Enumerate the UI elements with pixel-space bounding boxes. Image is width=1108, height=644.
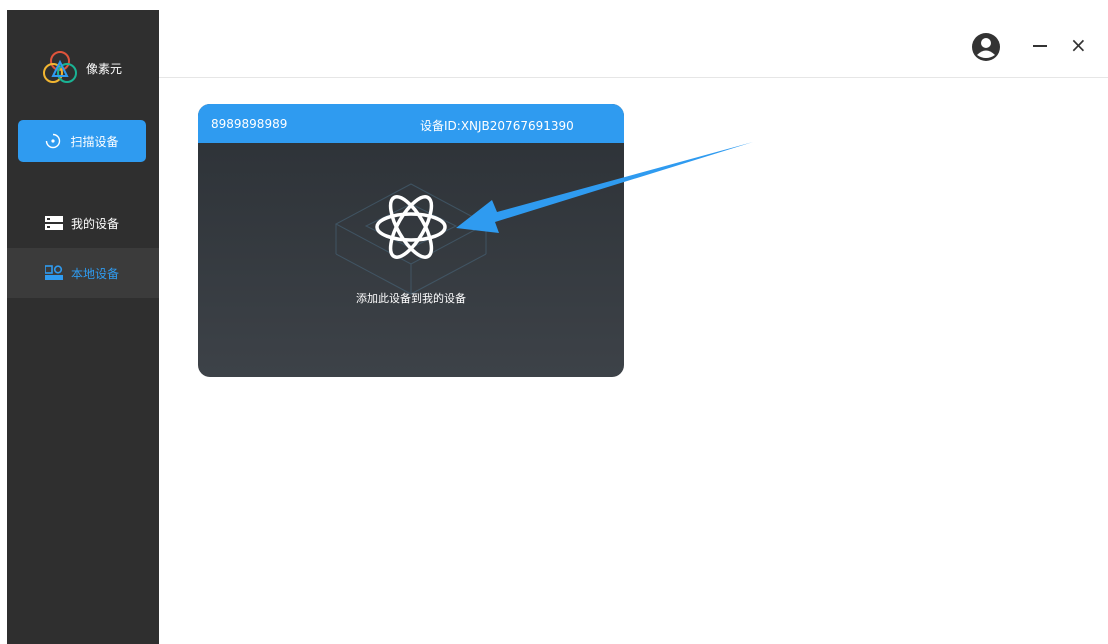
close-icon[interactable]: × (1070, 35, 1087, 55)
device-card-header: 8989898989 设备ID:XNJB20767691390 (198, 104, 624, 143)
device-id: 设备ID:XNJB20767691390 (420, 119, 574, 133)
device-name: 8989898989 (211, 117, 288, 131)
app-name: 像素元 (86, 61, 123, 76)
sidebar-item-label: 我的设备 (71, 216, 120, 231)
sidebar-item-my-devices[interactable]: 我的设备 (7, 198, 159, 248)
scan-devices-button[interactable]: 扫描设备 (18, 120, 146, 162)
sidebar-item-label: 本地设备 (71, 266, 120, 281)
logo-icon (43, 51, 77, 83)
user-account-icon[interactable] (971, 32, 1001, 66)
minimize-icon[interactable] (1033, 45, 1047, 47)
sidebar: 像素元 扫描设备 我的设备 本地设备 (7, 10, 159, 644)
add-device-text[interactable]: 添加此设备到我的设备 (198, 290, 624, 306)
server-icon (45, 215, 63, 231)
device-card[interactable]: 8989898989 设备ID:XNJB20767691390 添加此设备到我的… (198, 104, 624, 377)
app-logo: 像素元 (40, 48, 122, 88)
scan-devices-label: 扫描设备 (70, 134, 119, 149)
local-device-icon (45, 265, 63, 281)
sidebar-item-local-devices[interactable]: 本地设备 (7, 248, 159, 298)
atom-icon (375, 195, 447, 259)
scan-icon (45, 133, 61, 149)
title-bar: × (159, 0, 1108, 78)
